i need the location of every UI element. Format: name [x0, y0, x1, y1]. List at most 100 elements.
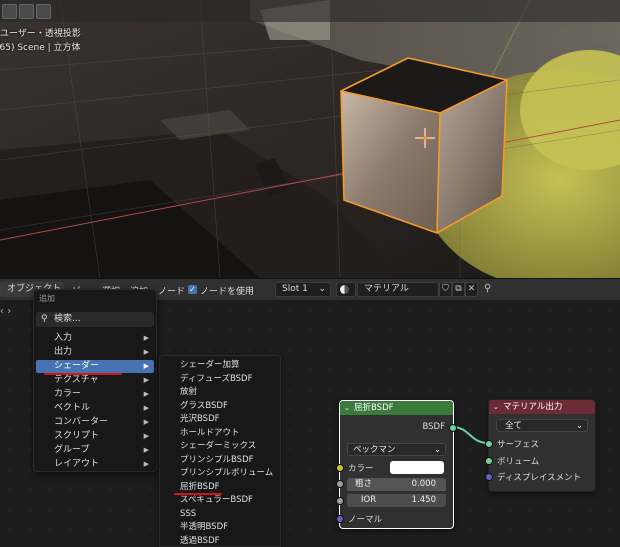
search-placeholder: 検索... [54, 314, 81, 324]
menu-item-color[interactable]: カラー ▶ [36, 388, 154, 401]
select-mode-icon[interactable] [2, 4, 17, 19]
chevron-down-icon: ⌄ [433, 445, 441, 455]
chevron-right-icon: ▶ [143, 376, 149, 384]
color-input-socket[interactable] [336, 464, 344, 472]
material-sphere-icon[interactable] [336, 282, 356, 297]
shader-item-emission[interactable]: 放射 [162, 386, 278, 399]
node-menu[interactable]: ノード [158, 284, 185, 297]
select-mode-icon[interactable] [36, 4, 51, 19]
menu-item-converter[interactable]: コンバーター ▶ [36, 416, 154, 429]
menu-item-shader[interactable]: シェーダー ▶ [36, 360, 154, 373]
shader-item-add-shader[interactable]: シェーダー加算 [162, 359, 278, 372]
roughness-field[interactable]: 粗さ 0.000 [347, 478, 446, 491]
ior-label: IOR [361, 495, 377, 505]
viewport-view-info: ユーザー・透視投影 [0, 29, 81, 39]
3d-viewport[interactable]: ユーザー・透視投影 (65) Scene | 立方体 [0, 0, 620, 278]
node-header[interactable]: ⌄ マテリアル出力 [489, 400, 595, 414]
search-field[interactable]: ⚲ 検索... [36, 312, 154, 327]
shader-item-principled-volume[interactable]: プリンシプルボリューム [162, 467, 278, 480]
volume-input-socket[interactable] [485, 457, 493, 465]
menu-item-output[interactable]: 出力 ▶ [36, 346, 154, 359]
roughness-label: 粗さ [355, 479, 373, 489]
slot-label: Slot 1 [282, 284, 308, 294]
shader-item-holdout[interactable]: ホールドアウト [162, 427, 278, 440]
shader-item-glossy-bsdf[interactable]: 光沢BSDF [162, 413, 278, 426]
shader-item-sss[interactable]: SSS [162, 508, 278, 521]
refraction-bsdf-node[interactable]: ⌄ 屈折BSDF BSDF ベックマン ⌄ カラー 粗さ 0.000 IOR 1.… [336, 400, 457, 529]
menu-item-label: レイアウト [54, 459, 100, 469]
chevron-down-icon: ⌄ [318, 284, 326, 294]
chevron-right-icon: ▶ [143, 432, 149, 440]
chevron-right-icon: ▶ [143, 446, 149, 454]
color-label: カラー [348, 464, 374, 474]
bsdf-output-socket[interactable] [449, 424, 457, 432]
roughness-value: 0.000 [411, 479, 436, 489]
menu-item-label: カラー [54, 389, 82, 399]
chevron-right-icon: ▶ [143, 404, 149, 412]
menu-item-label: シェーダー [54, 361, 100, 371]
shader-item-specular-bsdf[interactable]: スペキュラーBSDF [162, 494, 278, 507]
menu-item-label: 出力 [54, 347, 73, 357]
viewport-scene [0, 0, 620, 278]
slot-dropdown[interactable]: Slot 1 ⌄ [275, 282, 331, 297]
surface-input-socket[interactable] [485, 440, 493, 448]
use-nodes-label: ノードを使用 [200, 287, 255, 297]
displacement-input-socket[interactable] [485, 473, 493, 481]
menu-item-label: テクスチャ [54, 375, 99, 385]
use-nodes-checkbox[interactable]: ✓ [188, 285, 197, 294]
chevron-right-icon: ▶ [143, 390, 149, 398]
chevron-right-icon: ▶ [143, 348, 149, 356]
duplicate-icon[interactable]: ⧉ [452, 282, 465, 297]
select-mode-icon[interactable] [19, 4, 34, 19]
shader-item-diffuse-bsdf[interactable]: ディフューズBSDF [162, 373, 278, 386]
chevron-down-icon: ⌄ [575, 421, 583, 431]
ior-value: 1.450 [411, 495, 436, 505]
distribution-label: ベックマン [353, 445, 396, 455]
roughness-input-socket[interactable] [336, 480, 344, 488]
shader-submenu-popup: シェーダー加算 ディフューズBSDF 放射 グラスBSDF 光沢BSDF ホール… [159, 355, 281, 547]
fake-user-shield-icon[interactable]: ⛉ [439, 282, 452, 297]
displacement-label: ディスプレイスメント [497, 473, 582, 483]
menu-item-texture[interactable]: テクスチャ ▶ [36, 374, 154, 387]
chevron-right-icon: ▶ [143, 362, 149, 370]
viewport-scene-info: (65) Scene | 立方体 [0, 43, 81, 53]
menu-item-input[interactable]: 入力 ▶ [36, 332, 154, 345]
shader-item-refraction-bsdf[interactable]: 屈折BSDF [162, 481, 278, 494]
node-header[interactable]: ⌄ 屈折BSDF [340, 401, 453, 415]
chevron-down-icon: ⌄ [493, 403, 499, 411]
node-title: 屈折BSDF [354, 403, 394, 413]
surface-label: サーフェス [497, 440, 539, 450]
normal-label: ノーマル [348, 515, 383, 525]
pin-icon[interactable]: ⚲ [484, 283, 491, 294]
menu-item-label: グループ [54, 445, 90, 455]
ior-input-socket[interactable] [336, 497, 344, 505]
chevron-down-icon: ⌄ [344, 404, 350, 412]
normal-input-socket[interactable] [336, 515, 344, 523]
menu-item-vector[interactable]: ベクトル ▶ [36, 402, 154, 415]
search-icon: ⚲ [41, 314, 48, 324]
menu-item-label: ベクトル [54, 403, 91, 413]
shader-item-glass-bsdf[interactable]: グラスBSDF [162, 400, 278, 413]
bsdf-output-label: BSDF [422, 422, 445, 432]
close-icon[interactable]: ✕ [465, 282, 478, 297]
menu-item-layout[interactable]: レイアウト ▶ [36, 458, 154, 471]
menu-item-label: スクリプト [54, 431, 100, 441]
add-menu-popup: 追加 ⚲ 検索... 入力 ▶ 出力 ▶ シェーダー ▶ テクスチャ ▶ カラー ▶ ベク… [33, 289, 157, 472]
shader-item-transparent-bsdf[interactable]: 透過BSDF [162, 535, 278, 544]
color-swatch[interactable] [390, 461, 444, 474]
viewport-toolbar [0, 0, 620, 22]
material-name-label: マテリアル [364, 284, 409, 294]
shader-item-principled-bsdf[interactable]: プリンシプルBSDF [162, 454, 278, 467]
menu-item-script[interactable]: スクリプト ▶ [36, 430, 154, 443]
ior-field[interactable]: IOR 1.450 [347, 494, 446, 507]
output-target-dropdown[interactable]: 全て ⌄ [496, 419, 588, 432]
distribution-dropdown[interactable]: ベックマン ⌄ [347, 443, 446, 456]
chevron-right-icon: ▶ [143, 460, 149, 468]
shader-item-mix-shader[interactable]: シェーダーミックス [162, 440, 278, 453]
material-output-node[interactable]: ⌄ マテリアル出力 全て ⌄ サーフェス ボリューム ディスプレイスメント [485, 399, 596, 492]
material-name-field[interactable]: マテリアル [357, 282, 439, 297]
menu-item-group[interactable]: グループ ▶ [36, 444, 154, 457]
node-title: マテリアル出力 [503, 402, 563, 412]
shader-item-translucent-bsdf[interactable]: 半透明BSDF [162, 521, 278, 534]
add-menu-title: 追加 [39, 294, 55, 303]
